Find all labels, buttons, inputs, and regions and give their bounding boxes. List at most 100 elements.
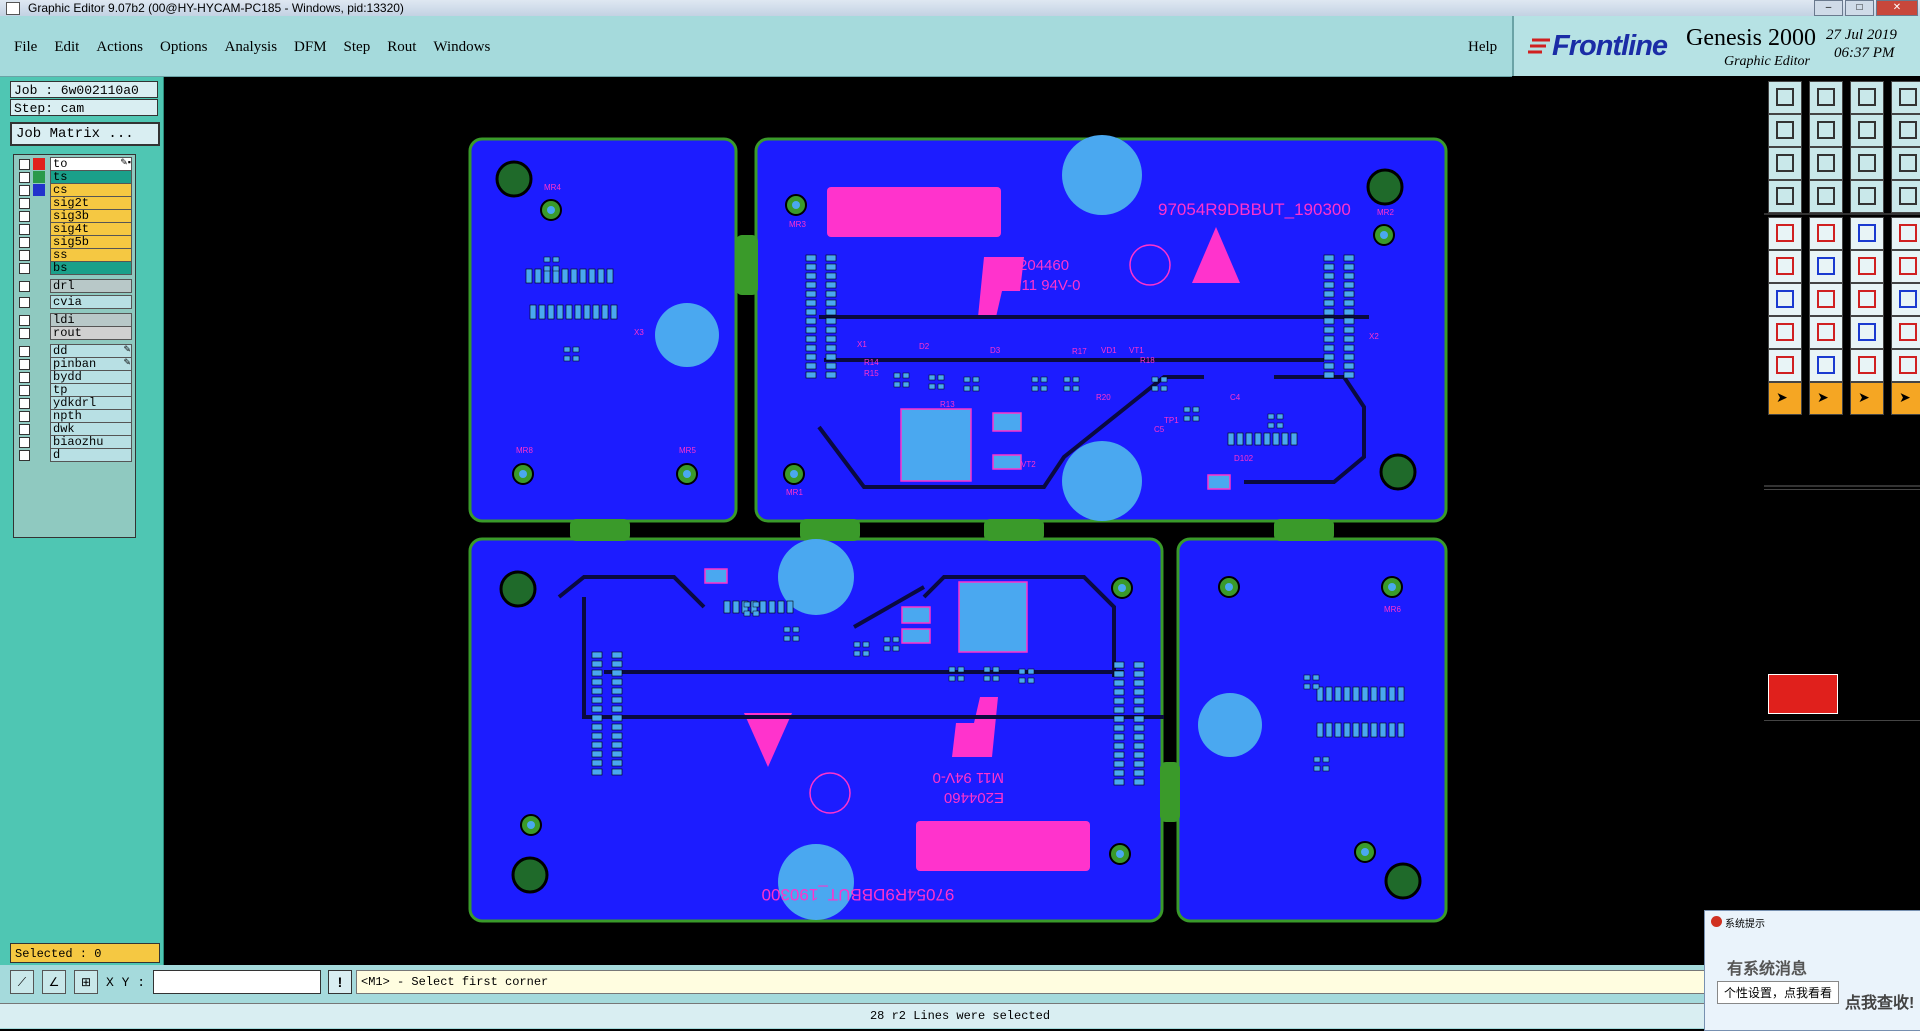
- triangle4-icon[interactable]: [1891, 349, 1920, 382]
- overview-panel[interactable]: [1764, 489, 1920, 721]
- layout-icon[interactable]: [1891, 114, 1920, 147]
- notification-tooltip[interactable]: 个性设置，点我看看: [1717, 981, 1840, 1004]
- minimize-button[interactable]: –: [1814, 0, 1843, 16]
- maximize-button[interactable]: □: [1845, 0, 1874, 16]
- layer-row-ts[interactable]: ts: [16, 170, 134, 184]
- layer-checkbox[interactable]: [19, 198, 30, 209]
- layer-row-ydkdrl[interactable]: ydkdrl: [16, 396, 134, 410]
- layer-checkbox[interactable]: [19, 159, 30, 170]
- menu-options[interactable]: Options: [160, 39, 208, 56]
- layer-row-ss[interactable]: ss: [16, 248, 134, 262]
- layer-name[interactable]: sig3b: [50, 209, 132, 223]
- layer-name[interactable]: dd: [50, 344, 132, 358]
- layer-row-npth[interactable]: npth: [16, 409, 134, 423]
- layer-color-swatch[interactable]: [33, 184, 45, 196]
- layer-row-sig5b[interactable]: sig5b: [16, 235, 134, 249]
- ruler-icon[interactable]: [1850, 217, 1884, 250]
- select-poly-icon[interactable]: [1809, 217, 1843, 250]
- menu-file[interactable]: File: [14, 39, 37, 56]
- layer-row-bydd[interactable]: bydd: [16, 370, 134, 384]
- layer-checkbox[interactable]: [19, 359, 30, 370]
- triangle-icon[interactable]: [1768, 349, 1802, 382]
- layer-name[interactable]: npth: [50, 409, 132, 423]
- layer-row-tp[interactable]: tp: [16, 383, 134, 397]
- layer-checkbox[interactable]: [19, 398, 30, 409]
- move-icon[interactable]: ➤: [1891, 382, 1920, 415]
- layer-name[interactable]: sig4t: [50, 222, 132, 236]
- pad-icon[interactable]: [1768, 316, 1802, 349]
- layer-checkbox[interactable]: [19, 297, 30, 308]
- menu-actions[interactable]: Actions: [96, 39, 143, 56]
- layer-name[interactable]: ldi: [50, 313, 132, 327]
- layer-checkbox[interactable]: [19, 211, 30, 222]
- layer-name[interactable]: bs: [50, 261, 132, 275]
- layer-row-dwk[interactable]: dwk: [16, 422, 134, 436]
- menu-dfm[interactable]: DFM: [294, 39, 327, 56]
- layer-name[interactable]: drl: [50, 279, 132, 293]
- scale-icon[interactable]: [1850, 147, 1884, 180]
- snapshot-icon[interactable]: [1768, 180, 1802, 213]
- layer-checkbox[interactable]: [19, 237, 30, 248]
- dot-icon[interactable]: [1891, 217, 1920, 250]
- layer-color-swatch[interactable]: [33, 158, 45, 170]
- menu-help[interactable]: Help: [1468, 39, 1497, 56]
- layer-checkbox[interactable]: [19, 437, 30, 448]
- notification-link[interactable]: 点我查收!: [1845, 989, 1914, 1013]
- layer-name[interactable]: ydkdrl: [50, 396, 132, 410]
- layer-row-rout[interactable]: rout: [16, 326, 134, 340]
- line-icon[interactable]: [1809, 283, 1843, 316]
- menu-edit[interactable]: Edit: [54, 39, 79, 56]
- group-icon[interactable]: [1891, 316, 1920, 349]
- layer-name[interactable]: rout: [50, 326, 132, 340]
- undo-zoom-icon[interactable]: [1850, 114, 1884, 147]
- job-matrix-button[interactable]: Job Matrix ...: [10, 122, 160, 146]
- close-button[interactable]: ✕: [1876, 0, 1918, 16]
- layer-checkbox[interactable]: [19, 263, 30, 274]
- layer-name[interactable]: d: [50, 448, 132, 462]
- open-icon[interactable]: [1768, 81, 1802, 114]
- dash-icon[interactable]: [1809, 316, 1843, 349]
- pan-left-icon[interactable]: [1768, 114, 1802, 147]
- net-icon[interactable]: [1850, 180, 1884, 213]
- layer-color-swatch[interactable]: [33, 171, 45, 183]
- arc-icon[interactable]: [1850, 283, 1884, 316]
- layer-checkbox[interactable]: [19, 346, 30, 357]
- layer-checkbox[interactable]: [19, 372, 30, 383]
- warning-button[interactable]: !: [328, 970, 352, 994]
- help-icon[interactable]: [1891, 147, 1920, 180]
- select-area-icon[interactable]: [1768, 217, 1802, 250]
- layer-name[interactable]: bydd: [50, 370, 132, 384]
- layer-row-cvia[interactable]: cvia: [16, 295, 134, 309]
- save-icon[interactable]: [1809, 81, 1843, 114]
- layer-name[interactable]: pinban: [50, 357, 132, 371]
- fit-icon[interactable]: [1768, 147, 1802, 180]
- menu-windows[interactable]: Windows: [433, 39, 490, 56]
- layer-checkbox[interactable]: [19, 185, 30, 196]
- layer-name[interactable]: tp: [50, 383, 132, 397]
- layer-row-pinban[interactable]: pinban ✎: [16, 357, 134, 371]
- window-icon[interactable]: [1891, 81, 1920, 114]
- menu-rout[interactable]: Rout: [387, 39, 416, 56]
- layer-row-drl[interactable]: drl: [16, 279, 134, 293]
- layer-name[interactable]: sig2t: [50, 196, 132, 210]
- triangle2-icon[interactable]: [1809, 349, 1843, 382]
- overview-viewport[interactable]: [1768, 674, 1838, 714]
- graphic-canvas[interactable]: 97054R9DBBUT_190300 E204460 M11 94V-0 97…: [164, 77, 1764, 965]
- layer-row-sig4t[interactable]: sig4t: [16, 222, 134, 236]
- layer-checkbox[interactable]: [19, 424, 30, 435]
- menu-step[interactable]: Step: [344, 39, 371, 56]
- layer-name[interactable]: biaozhu: [50, 435, 132, 449]
- layer-row-to[interactable]: to ✎▪: [16, 157, 134, 171]
- layer-checkbox[interactable]: [19, 411, 30, 422]
- step-icon[interactable]: [1891, 283, 1920, 316]
- grid-icon[interactable]: ⊞: [74, 970, 98, 994]
- angle-icon[interactable]: [1768, 283, 1802, 316]
- split-icon[interactable]: [1850, 316, 1884, 349]
- pointer2-icon[interactable]: ➤: [1809, 382, 1843, 415]
- pan-right-icon[interactable]: [1809, 114, 1843, 147]
- node-icon[interactable]: [1768, 250, 1802, 283]
- layer-row-cs[interactable]: cs: [16, 183, 134, 197]
- layer-name[interactable]: ts: [50, 170, 132, 184]
- layer-name[interactable]: ss: [50, 248, 132, 262]
- layer-row-sig3b[interactable]: sig3b: [16, 209, 134, 223]
